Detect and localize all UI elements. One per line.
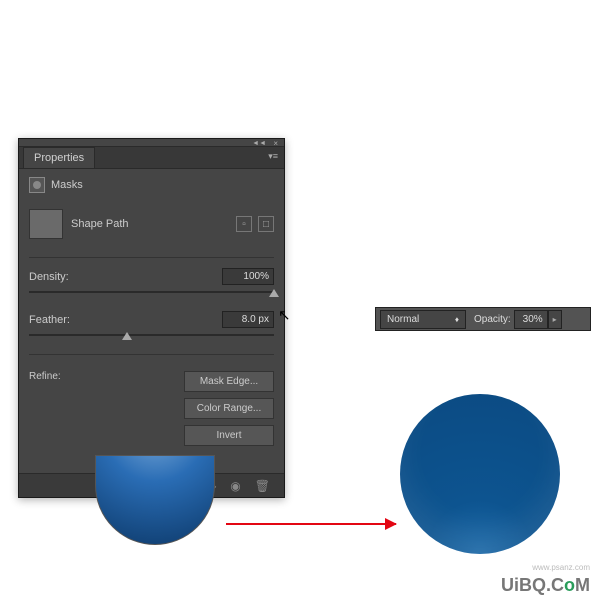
opacity-value[interactable]: 30% (514, 310, 548, 329)
flyout-menu-icon[interactable]: ▾≡ (268, 151, 278, 162)
mask-thumbnail[interactable] (29, 209, 63, 239)
options-bar: Normal♦ Opacity: 30% ▸ (375, 307, 591, 331)
collapse-icon[interactable]: ◄◄ (252, 140, 266, 147)
arrow-icon (226, 523, 396, 525)
vector-mask-icon[interactable]: □ (258, 216, 274, 232)
feather-label: Feather: (29, 314, 70, 326)
color-range-button[interactable]: Color Range... (184, 398, 274, 419)
density-slider[interactable] (29, 291, 274, 293)
cursor-icon: ↖ (278, 306, 291, 324)
opacity-label: Opacity: (474, 314, 511, 325)
chevron-down-icon: ♦ (455, 315, 459, 324)
add-mask-icon[interactable]: ▫ (236, 216, 252, 232)
blend-mode-select[interactable]: Normal♦ (380, 310, 466, 329)
feather-value[interactable]: 8.0 px (222, 311, 274, 328)
masks-header: Masks (29, 177, 274, 193)
watermark-sub: www.psanz.com (532, 563, 590, 572)
invert-button[interactable]: Invert (184, 425, 274, 446)
shape-path-label: Shape Path (71, 218, 129, 230)
opacity-arrow-icon[interactable]: ▸ (548, 310, 562, 329)
properties-panel: ◄◄ × Properties ▾≡ Masks Shape Path ▫ □ … (18, 138, 285, 498)
refine-label: Refine: (29, 371, 61, 446)
panel-header: ◄◄ × (19, 139, 284, 147)
sphere-right (400, 394, 560, 554)
toggle-icon[interactable]: ◉ (230, 479, 240, 493)
tab-bar: Properties ▾≡ (19, 147, 284, 169)
density-value[interactable]: 100% (222, 268, 274, 285)
density-label: Density: (29, 271, 69, 283)
trash-icon[interactable]: 🗑 (255, 479, 270, 493)
tab-properties[interactable]: Properties (23, 147, 95, 168)
feather-slider[interactable] (29, 334, 274, 336)
shape-path-row: Shape Path ▫ □ (29, 205, 274, 253)
mask-icon (29, 177, 45, 193)
sphere-left (95, 455, 215, 545)
masks-title: Masks (51, 179, 83, 191)
mask-edge-button[interactable]: Mask Edge... (184, 371, 274, 392)
watermark: UiBQ.CoM (501, 575, 590, 596)
